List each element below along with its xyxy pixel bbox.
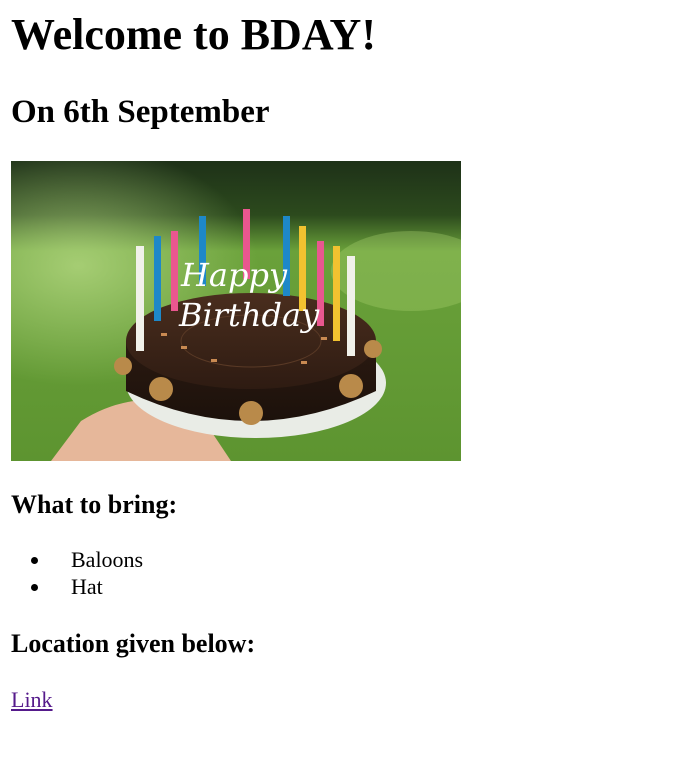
bring-heading: What to bring:	[11, 490, 178, 519]
page: Welcome to BDAY! On 6th September Happy …	[0, 8, 686, 713]
location-heading: Location given below:	[11, 629, 256, 658]
page-title: Welcome to BDAY!	[11, 10, 376, 59]
birthday-cake-photo: Happy Birthday	[11, 161, 461, 461]
bring-list: Baloons Hat	[11, 546, 678, 600]
event-date: On 6th September	[11, 94, 270, 130]
list-item: Hat	[51, 573, 678, 600]
svg-text:Happy: Happy	[180, 256, 288, 294]
list-item: Baloons	[51, 546, 678, 573]
svg-text:Birthday: Birthday	[178, 296, 320, 334]
location-link[interactable]: Link	[11, 686, 53, 713]
